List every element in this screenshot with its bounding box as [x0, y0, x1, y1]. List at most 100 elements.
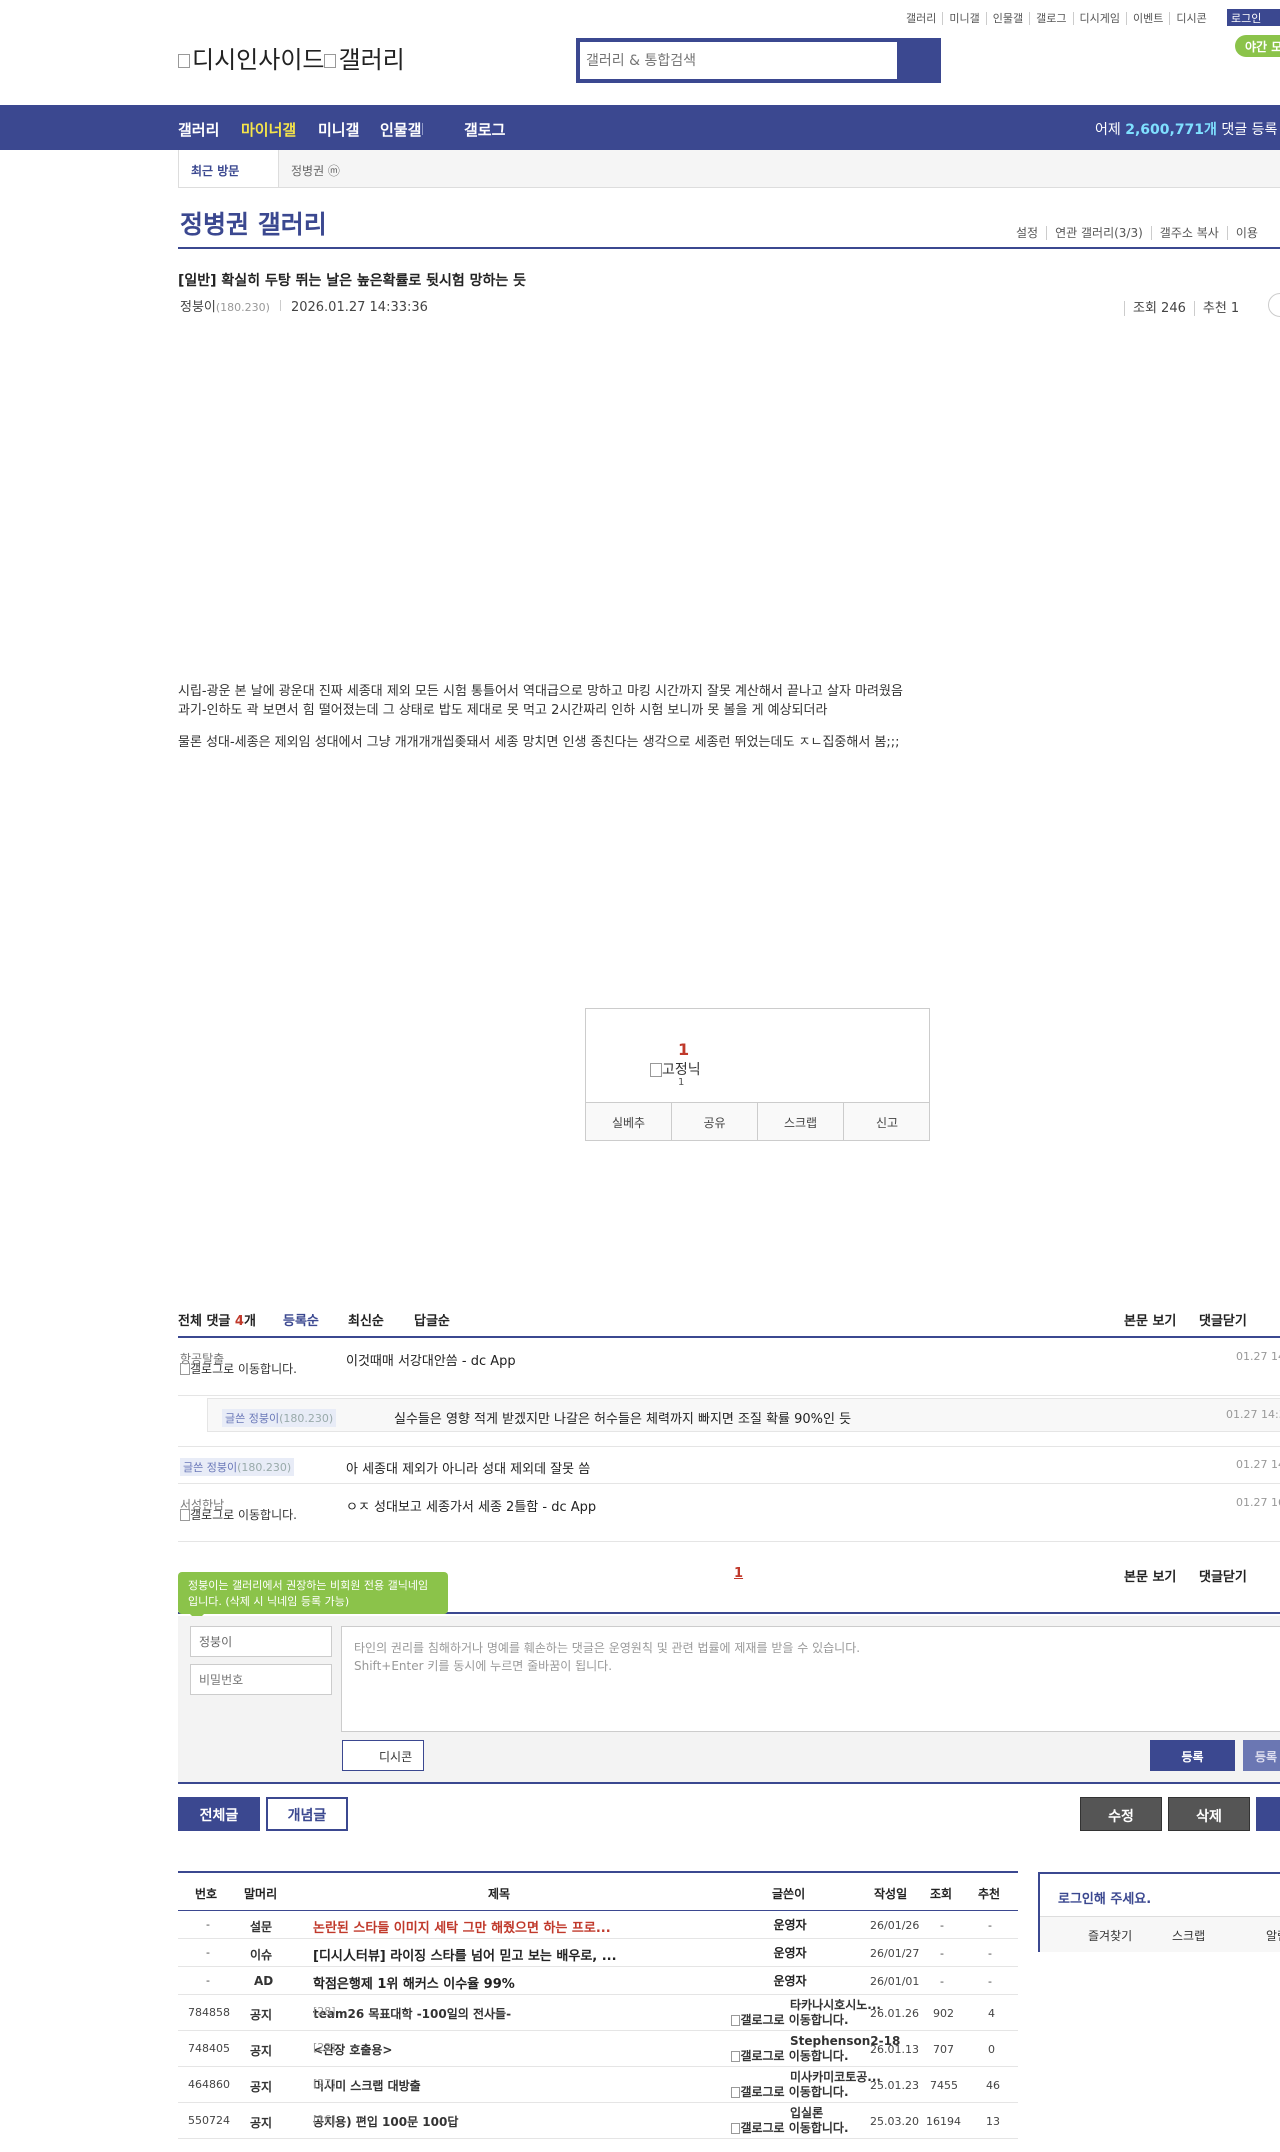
row-writer-name: 입실론: [790, 2106, 824, 2120]
util-link-gallery[interactable]: 갤러리: [900, 12, 944, 25]
util-link-gallog[interactable]: 갤로그: [1030, 12, 1074, 25]
textarea-hint-1: 타인의 권리를 침해하거나 명예를 훼손하는 댓글은 운영원칙 및 관련 법률에…: [354, 1641, 861, 1655]
gallog-link-alt: 갤로그로 이동합니다.: [740, 2121, 849, 2135]
author-badge-label: 글쓴 정붕이: [225, 1412, 280, 1425]
nickname-field[interactable]: [190, 1626, 332, 1657]
related-galleries[interactable]: 연관 갤러리(3/3): [1046, 226, 1151, 240]
delete-button[interactable]: 삭제: [1168, 1797, 1250, 1831]
author-badge[interactable]: 글쓴 정붕이(180.230): [222, 1409, 337, 1427]
util-link-mini[interactable]: 미니갤: [943, 12, 987, 25]
row-title[interactable]: [디시人터뷰] 라이징 스타를 넘어 믿고 보는 배우로, ...: [313, 1945, 617, 1964]
recent-item[interactable]: 정병권 ⓜ: [291, 162, 340, 179]
search-button[interactable]: [897, 42, 937, 79]
table-row[interactable]: 748405 공지 <완장 호출용> [22] Stephenson2-18 갤로…: [178, 2031, 1018, 2067]
comment-page-1[interactable]: 1: [734, 1566, 743, 1581]
row-writer[interactable]: 미사카미코토공... 갤로그로 이동합니다.: [720, 2070, 881, 2100]
table-row[interactable]: - 설문 논란된 스타들 이미지 세탁 그만 해줬으면 하는 프로... 운영자…: [178, 1911, 1018, 1939]
recommend-actions: 실베추 공유 스크랩 신고: [586, 1102, 930, 1141]
login-box-title[interactable]: 로그인해 주세요.: [1058, 1888, 1151, 1907]
broken-image-icon: [650, 1063, 662, 1077]
submit-comment-button-2[interactable]: 등록: [1243, 1740, 1280, 1771]
row-title[interactable]: 학점은행제 1위 해커스 이수율 99%: [313, 1973, 515, 1992]
row-writer[interactable]: 운영자: [720, 1918, 860, 1933]
row-views: -: [940, 1947, 944, 1960]
row-head: 공지: [250, 2044, 273, 2058]
view-body-button[interactable]: 본문 보기: [1124, 1566, 1176, 1585]
table-row[interactable]: - AD 학점은행제 1위 해커스 이수율 99% 운영자 26/01/01 -…: [178, 1967, 1018, 1995]
gallery-title[interactable]: 정병권 갤러리: [180, 205, 327, 241]
row-head: 설문: [250, 1920, 273, 1934]
login-button[interactable]: 로그인: [1227, 9, 1280, 26]
table-row[interactable]: 550724 공지 공지용) 편입 100문 100답 [16] 입실론 갤로그로…: [178, 2103, 1018, 2139]
gallog-link[interactable]: 갤로그로 이동합니다.: [180, 1363, 310, 1376]
close-comments-button[interactable]: 댓글닫기: [1199, 1566, 1247, 1585]
row-head: 이슈: [250, 1948, 273, 1962]
divider: [178, 247, 1280, 249]
row-writer[interactable]: 운영자: [720, 1974, 860, 1989]
row-number: 748405: [188, 2042, 230, 2055]
util-link-dccon[interactable]: 디시콘: [1170, 12, 1212, 25]
row-title[interactable]: 논란된 스타들 이미지 세탁 그만 해줬으면 하는 프로...: [313, 1917, 611, 1936]
comment-text: 아 세종대 제외가 아니라 성대 제외데 잘못 씀: [346, 1462, 591, 1477]
comment-item: 글쓴 정붕이(180.230) 아 세종대 제외가 아니라 성대 제외데 잘못 …: [178, 1446, 1280, 1484]
scrap-list-button[interactable]: 스크랩: [1172, 1927, 1205, 1944]
all-posts-button[interactable]: 전체글: [178, 1797, 260, 1831]
post-author[interactable]: 정붕이: [180, 300, 216, 315]
notifications-button[interactable]: 알림: [1266, 1927, 1280, 1944]
comment-textarea[interactable]: 타인의 권리를 침해하거나 명예를 훼손하는 댓글은 운영원칙 및 관련 법률에…: [341, 1626, 1280, 1732]
scrap-button[interactable]: 스크랩: [758, 1103, 844, 1141]
gallog-link-alt: 갤로그로 이동합니다.: [740, 2085, 849, 2099]
night-mode-toggle[interactable]: 야간 모: [1235, 35, 1280, 57]
nav-minor-gallery[interactable]: 마이너갤: [241, 119, 296, 140]
comment-total-label: 전체 댓글: [178, 1314, 235, 1329]
close-comments-button[interactable]: 댓글닫기: [1199, 1310, 1247, 1329]
row-writer[interactable]: 운영자: [720, 1946, 860, 1961]
nav-gallog[interactable]: 갤로그: [464, 119, 505, 140]
password-field[interactable]: [190, 1664, 332, 1695]
more-options-button[interactable]: [1268, 293, 1280, 317]
post-meta: 정붕이(180.230) 2026.01.27 14:33:36: [180, 296, 428, 315]
util-link-event[interactable]: 이벤트: [1126, 12, 1171, 25]
gallery-settings[interactable]: 설정: [1008, 226, 1046, 240]
table-row[interactable]: 784858 공지 team26 목표대학 -100일의 전사들- [28] 타…: [178, 1995, 1018, 2031]
write-button[interactable]: [1256, 1797, 1280, 1831]
row-views: 16194: [926, 2115, 961, 2128]
dccon-button[interactable]: 디시콘: [342, 1740, 424, 1771]
row-views: 707: [933, 2043, 954, 2056]
fixed-nick-recommend-button[interactable]: 고정닉: [650, 1059, 701, 1079]
favorites-button[interactable]: 즐겨찾기: [1088, 1927, 1132, 1944]
share-button[interactable]: 공유: [672, 1103, 758, 1141]
site-logo[interactable]: 디시인사이드 갤러리: [178, 40, 405, 75]
post-list: 번호 말머리 제목 글쓴이 작성일 조회 추천 - 설문 논란된 스타들 이미지…: [178, 1871, 1018, 2139]
sort-replies[interactable]: 답글순: [414, 1310, 450, 1329]
gallog-link[interactable]: 갤로그로 이동합니다.: [731, 2121, 849, 2135]
author-badge[interactable]: 글쓴 정붕이(180.230): [180, 1458, 295, 1476]
nav-mini-gallery[interactable]: 미니갤: [318, 119, 359, 140]
gallog-link[interactable]: 갤로그로 이동합니다.: [180, 1509, 310, 1522]
submit-comment-button[interactable]: 등록: [1150, 1740, 1235, 1771]
nav-gallery[interactable]: 갤러리: [178, 119, 219, 140]
table-row[interactable]: - 이슈 [디시人터뷰] 라이징 스타를 넘어 믿고 보는 배우로, ... 운…: [178, 1939, 1018, 1967]
view-body-button[interactable]: 본문 보기: [1124, 1310, 1176, 1329]
util-link-person[interactable]: 인물갤: [986, 12, 1031, 25]
row-writer[interactable]: 타카나시호시노... 갤로그로 이동합니다.: [720, 1998, 881, 2028]
sort-registered[interactable]: 등록순: [283, 1310, 319, 1329]
real-best-button[interactable]: 실베추: [586, 1103, 672, 1141]
copy-gallery-address[interactable]: 갤주소 복사: [1150, 226, 1227, 240]
nav-person-gallery[interactable]: 인물갤: [380, 119, 421, 140]
edit-button[interactable]: 수정: [1080, 1797, 1162, 1831]
gallery-usage[interactable]: 이용: [1226, 226, 1266, 240]
row-date: 25.01.23: [870, 2079, 919, 2092]
report-button[interactable]: 신고: [844, 1103, 930, 1141]
gallog-link[interactable]: 갤로그로 이동합니다.: [731, 2085, 849, 2099]
util-link-game[interactable]: 디시게임: [1073, 12, 1127, 25]
sort-latest[interactable]: 최신순: [348, 1310, 384, 1329]
row-writer[interactable]: 입실론 갤로그로 이동합니다.: [720, 2106, 860, 2136]
search-input[interactable]: [586, 48, 866, 74]
row-writer[interactable]: Stephenson2-18 갤로그로 이동합니다.: [720, 2034, 900, 2064]
gallog-link[interactable]: 갤로그로 이동합니다.: [731, 2013, 849, 2027]
gallog-link[interactable]: 갤로그로 이동합니다.: [731, 2049, 849, 2063]
author-badge-ip: (180.230): [279, 1412, 334, 1425]
concept-posts-button[interactable]: 개념글: [266, 1797, 348, 1831]
table-row[interactable]: 464860 공지 미사미 스크랩 대방출 [27] 미사카미코토공... 갤로그…: [178, 2067, 1018, 2103]
